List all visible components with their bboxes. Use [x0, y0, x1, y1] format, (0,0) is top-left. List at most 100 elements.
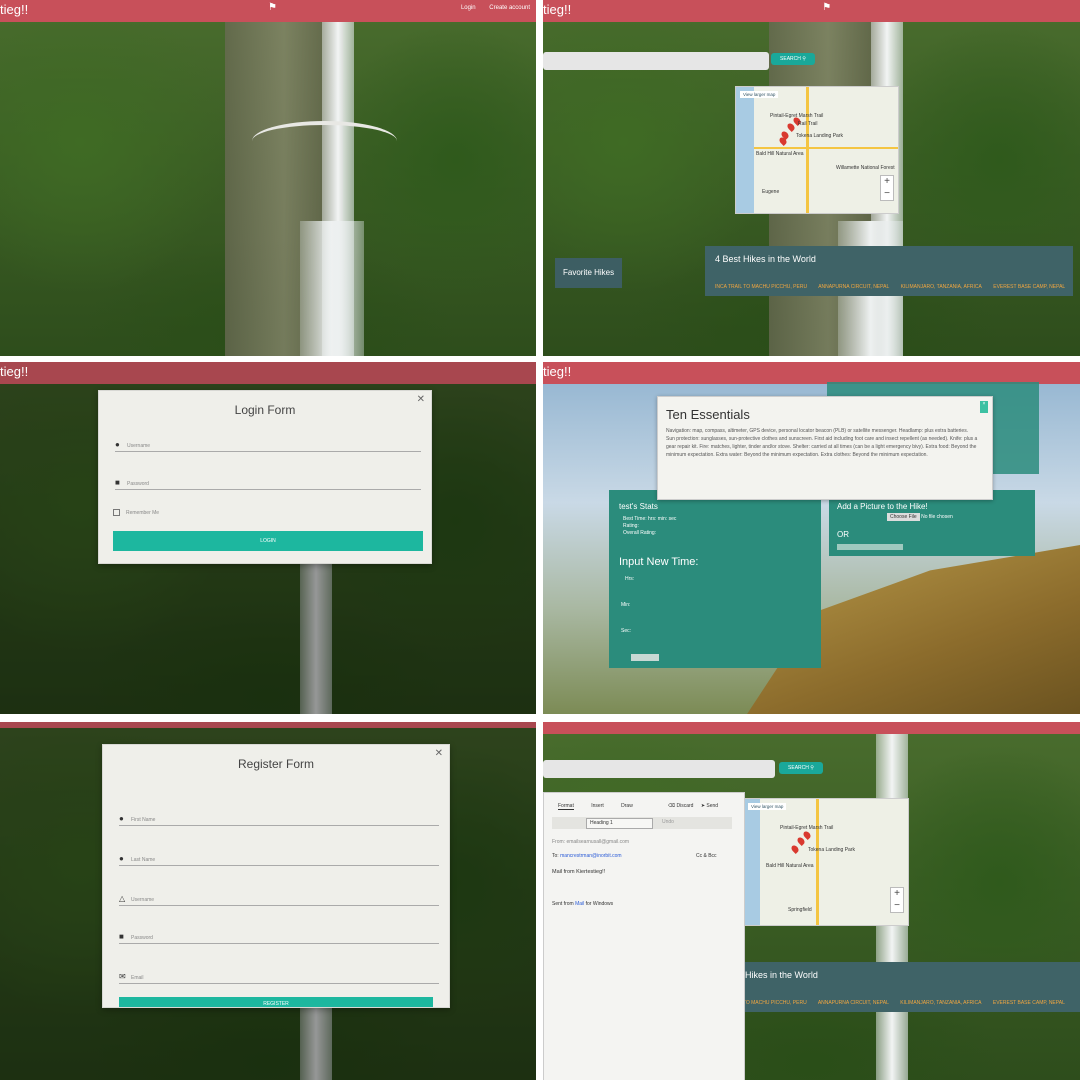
last-name-placeholder: Last Name: [131, 857, 156, 863]
undo-button[interactable]: Undo: [662, 819, 674, 825]
favorite-hikes-button[interactable]: Favorite Hikes: [555, 258, 623, 288]
login-modal: ✕ Login Form ● Username ■ Password Remem…: [98, 390, 432, 564]
best-hikes-panel: 4 Best Hikes in the World INCA TRAIL TO …: [705, 246, 1073, 296]
to-row[interactable]: To: mancrestrman@inorbit.com: [552, 853, 622, 859]
map-label: Tokena Landing Park: [808, 847, 855, 853]
navbar: tieg!!: [0, 362, 536, 384]
waterfall: [300, 555, 333, 714]
person-icon: ●: [119, 854, 124, 863]
search-button[interactable]: SEARCH ⚲: [771, 53, 815, 65]
search-input[interactable]: [543, 760, 775, 778]
hike-link[interactable]: EVEREST BASE CAMP, NEPAL: [993, 1000, 1065, 1006]
panel-mail: SEARCH ⚲ View larger map Pintail-Egret M…: [543, 722, 1080, 1080]
password-field[interactable]: ■ Password: [119, 929, 439, 944]
map-pin[interactable]: [790, 844, 800, 854]
first-name-placeholder: First Name: [131, 817, 156, 823]
search-input[interactable]: [543, 52, 769, 70]
to-recipient[interactable]: mancrestrman@inorbit.com: [560, 853, 621, 859]
search-icon: ⚲: [810, 765, 814, 771]
navbar: [543, 722, 1080, 734]
brand[interactable]: tieg!!: [0, 2, 28, 17]
person-icon: ●: [119, 814, 124, 823]
picture-title: Add a Picture to the Hike!: [837, 502, 928, 511]
submit-time-button[interactable]: [631, 654, 659, 661]
hiker-logo-icon[interactable]: ⚑: [822, 2, 831, 13]
map[interactable]: View larger map Pintail-Egret Marsh Trai…: [735, 86, 899, 214]
map-zoom-control[interactable]: + −: [880, 175, 894, 201]
discard-label: Discard: [676, 803, 694, 809]
favorite-hikes-label: Favorite Hikes: [563, 268, 615, 277]
close-icon[interactable]: ×: [980, 401, 988, 413]
remember-checkbox[interactable]: [113, 509, 120, 516]
hike-link[interactable]: EVEREST BASE CAMP, NEPAL: [993, 284, 1065, 290]
hike-link[interactable]: INCA TRAIL TO MACHU PICCHU, PERU: [715, 284, 807, 290]
no-file-label: No file chosen: [921, 514, 953, 520]
file-input[interactable]: Choose File No file chosen: [887, 513, 953, 521]
hike-link[interactable]: KILIMANJARO, TANZANIA, AFRICA: [900, 1000, 981, 1006]
url-input[interactable]: [837, 544, 903, 550]
map-label: Bald Hill Natural Area: [766, 863, 814, 869]
tab-insert[interactable]: Insert: [591, 803, 604, 809]
mail-tabs: Format Insert Draw: [558, 803, 633, 810]
map[interactable]: View larger map Pintail-Egret Marsh Trai…: [743, 798, 909, 926]
zoom-in-button[interactable]: +: [884, 176, 890, 187]
best-hikes-title: 4 Best Hikes in the World: [715, 254, 816, 264]
map-road: [754, 147, 898, 149]
view-larger-map-link[interactable]: View larger map: [748, 803, 787, 810]
panel-hike-detail: tieg!! test's Stats Best Time: hrs: min:…: [543, 362, 1080, 714]
format-toolbar: Heading 1 Undo: [552, 817, 732, 829]
cc-bcc-button[interactable]: Cc & Bcc: [696, 853, 717, 859]
lock-icon: ■: [119, 932, 124, 941]
brand[interactable]: tieg!!: [543, 2, 571, 17]
subject-field[interactable]: Mail from Kiertestieg!!: [552, 869, 605, 875]
mail-link[interactable]: Mail: [575, 901, 584, 907]
username-field[interactable]: ● Username: [115, 437, 421, 452]
best-hikes-title: Hikes in the World: [745, 970, 818, 980]
password-placeholder: Password: [131, 935, 153, 941]
first-name-field[interactable]: ● First Name: [119, 811, 439, 826]
brand[interactable]: tieg!!: [543, 364, 571, 379]
map-label: Bald Hill Natural Area: [756, 151, 804, 157]
brand[interactable]: tieg!!: [0, 364, 28, 379]
zoom-in-button[interactable]: +: [894, 888, 900, 899]
hiker-logo-icon[interactable]: ⚑: [268, 2, 277, 13]
hike-link[interactable]: ANNAPURNA CIRCUIT, NEPAL: [818, 1000, 889, 1006]
choose-file-button[interactable]: Choose File: [887, 513, 920, 521]
last-name-field[interactable]: ● Last Name: [119, 851, 439, 866]
from-label: From:: [552, 839, 566, 845]
create-account-link[interactable]: Create account: [489, 5, 530, 11]
map-road: [816, 799, 819, 925]
navbar: tieg!! ⚑ Login Create account: [0, 0, 536, 22]
email-field[interactable]: ✉ Email: [119, 969, 439, 984]
style-dropdown[interactable]: Heading 1: [586, 818, 653, 829]
map-label: Tokena Landing Park: [796, 133, 843, 139]
zoom-out-button[interactable]: −: [884, 188, 890, 199]
register-button[interactable]: REGISTER: [119, 997, 433, 1007]
hike-link[interactable]: ANNAPURNA CIRCUIT, NEPAL: [818, 284, 889, 290]
discard-button[interactable]: ⌫ Discard: [668, 803, 693, 809]
login-button[interactable]: LOGIN: [113, 531, 423, 551]
sent-prefix: Sent from: [552, 901, 574, 907]
send-button[interactable]: ➤ Send: [701, 803, 718, 809]
map-label: Willamette National Forest: [836, 165, 895, 171]
view-larger-map-link[interactable]: View larger map: [740, 91, 779, 98]
screenshot-collage: tieg!! ⚑ Login Create account tieg!! ⚑ S…: [0, 0, 1080, 1080]
navbar: [0, 722, 536, 728]
search-button[interactable]: SEARCH ⚲: [779, 762, 823, 774]
login-link[interactable]: Login: [461, 5, 476, 11]
tab-draw[interactable]: Draw: [621, 803, 633, 809]
min-label: Min:: [621, 602, 631, 608]
hike-link[interactable]: L TO MACHU PICCHU, PERU: [739, 1000, 807, 1006]
username-field[interactable]: △ Username: [119, 891, 439, 906]
map-zoom-control[interactable]: + −: [890, 887, 904, 913]
zoom-out-button[interactable]: −: [894, 900, 900, 911]
lower-waterfall: [300, 220, 365, 356]
remember-me[interactable]: Remember Me: [113, 509, 159, 516]
tab-format[interactable]: Format: [558, 803, 574, 810]
hike-link[interactable]: KILIMANJARO, TANZANIA, AFRICA: [901, 284, 982, 290]
map-label: Pintail-Egret Marsh Trail: [780, 825, 834, 831]
mail-actions: ⌫ Discard ➤ Send: [668, 803, 718, 809]
password-field[interactable]: ■ Password: [115, 475, 421, 490]
panel-home-map: tieg!! ⚑ SEARCH ⚲ View larger map Pintai…: [543, 0, 1080, 356]
map-label: Pintail-Egret Marsh Trail: [770, 113, 824, 119]
